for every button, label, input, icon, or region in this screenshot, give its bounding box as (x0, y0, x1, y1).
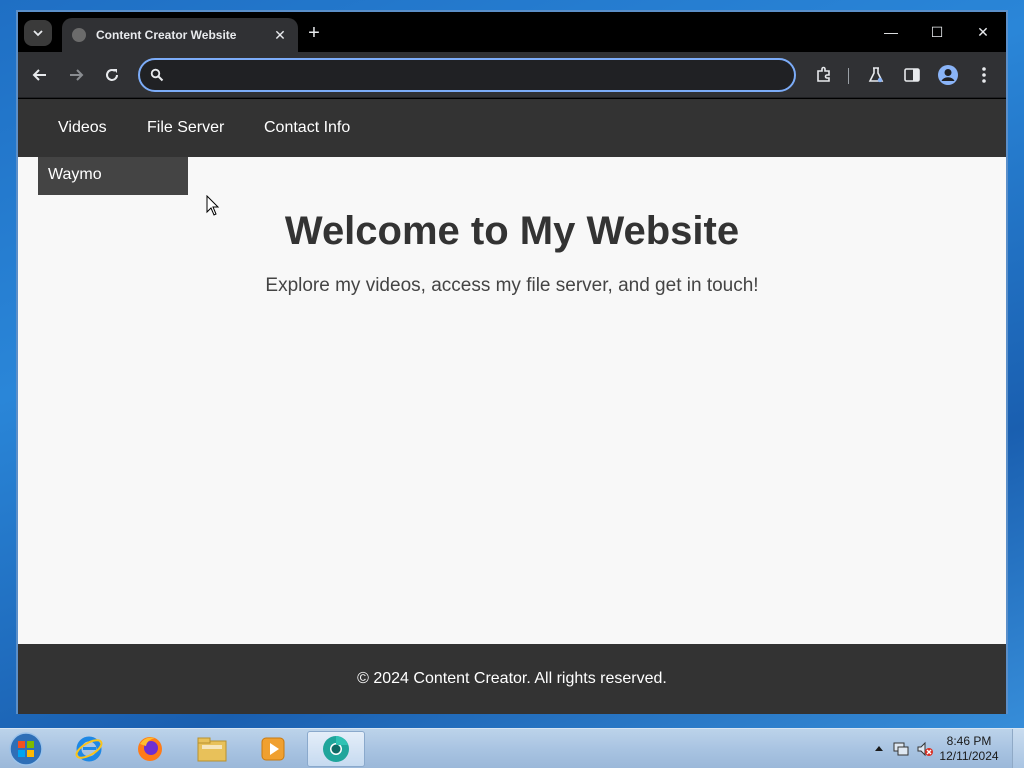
taskbar-firefox[interactable] (121, 731, 179, 767)
tab-search-button[interactable] (24, 20, 52, 46)
taskbar-chrome-canary[interactable] (307, 731, 365, 767)
address-bar[interactable] (138, 58, 796, 92)
taskbar: 8:46 PM 12/11/2024 (0, 728, 1024, 768)
search-icon (150, 68, 164, 82)
chrome-canary-icon (323, 736, 349, 762)
windows-logo-icon (9, 732, 43, 766)
extensions-button[interactable] (812, 63, 836, 87)
forward-button[interactable] (64, 63, 88, 87)
web-page: Videos File Server Contact Info Waymo We… (18, 99, 1006, 714)
browser-toolbar (18, 52, 1006, 98)
side-panel-button[interactable] (900, 63, 924, 87)
maximize-button[interactable]: ☐ (914, 20, 960, 44)
arrow-right-icon (70, 69, 84, 81)
dropdown-item-waymo[interactable]: Waymo (38, 157, 188, 195)
page-subtitle: Explore my videos, access my file server… (265, 275, 759, 296)
volume-muted-icon[interactable] (916, 740, 934, 758)
file-explorer-icon (197, 737, 227, 762)
more-vert-icon (982, 67, 986, 83)
tab-active[interactable]: Content Creator Website ✕ (62, 18, 298, 52)
site-footer: © 2024 Content Creator. All rights reser… (18, 644, 1006, 714)
new-tab-button[interactable]: + (302, 22, 326, 46)
reload-button[interactable] (100, 63, 124, 87)
browser-window: Content Creator Website ✕ + — ☐ ✕ Videos… (16, 10, 1008, 714)
taskbar-media-player[interactable] (244, 731, 302, 767)
taskbar-clock[interactable]: 8:46 PM 12/11/2024 (934, 734, 1004, 764)
side-panel-icon (904, 68, 920, 82)
tab-close-button[interactable]: ✕ (272, 27, 288, 44)
nav-contact-info[interactable]: Contact Info (244, 99, 370, 157)
back-button[interactable] (28, 63, 52, 87)
firefox-icon (138, 737, 162, 761)
toolbar-divider (848, 68, 849, 84)
address-input[interactable] (172, 62, 782, 88)
labs-button[interactable] (864, 63, 888, 87)
profile-button[interactable] (936, 63, 960, 87)
nav-file-server[interactable]: File Server (127, 99, 244, 157)
clock-time: 8:46 PM (946, 734, 992, 748)
flask-icon (868, 67, 884, 83)
page-title: Welcome to My Website (284, 209, 740, 253)
tab-strip: Content Creator Website ✕ + — ☐ ✕ (18, 12, 1006, 52)
videos-dropdown: Waymo (38, 157, 188, 195)
menu-button[interactable] (972, 63, 996, 87)
chevron-down-icon (33, 30, 43, 37)
tab-title: Content Creator Website (96, 28, 237, 42)
taskbar-file-explorer[interactable] (183, 731, 241, 767)
minimize-button[interactable]: — (868, 20, 914, 44)
puzzle-icon (817, 66, 830, 82)
profile-icon (938, 65, 958, 85)
taskbar-internet-explorer[interactable] (60, 731, 118, 767)
network-icon[interactable] (892, 740, 910, 758)
system-tray: 8:46 PM 12/11/2024 (864, 729, 1024, 768)
show-hidden-icons-icon[interactable] (874, 744, 884, 752)
nav-videos[interactable]: Videos (38, 99, 127, 157)
start-button[interactable] (6, 730, 46, 768)
close-window-button[interactable]: ✕ (960, 20, 1006, 44)
site-navbar: Videos File Server Contact Info (18, 99, 1006, 157)
media-player-icon (261, 737, 285, 761)
mouse-cursor-icon (206, 195, 220, 216)
reload-icon (106, 69, 118, 81)
show-desktop-button[interactable] (1012, 729, 1024, 768)
clock-date: 12/11/2024 (939, 749, 999, 763)
globe-icon (72, 28, 86, 42)
internet-explorer-icon (75, 736, 103, 762)
arrow-left-icon (32, 69, 46, 81)
